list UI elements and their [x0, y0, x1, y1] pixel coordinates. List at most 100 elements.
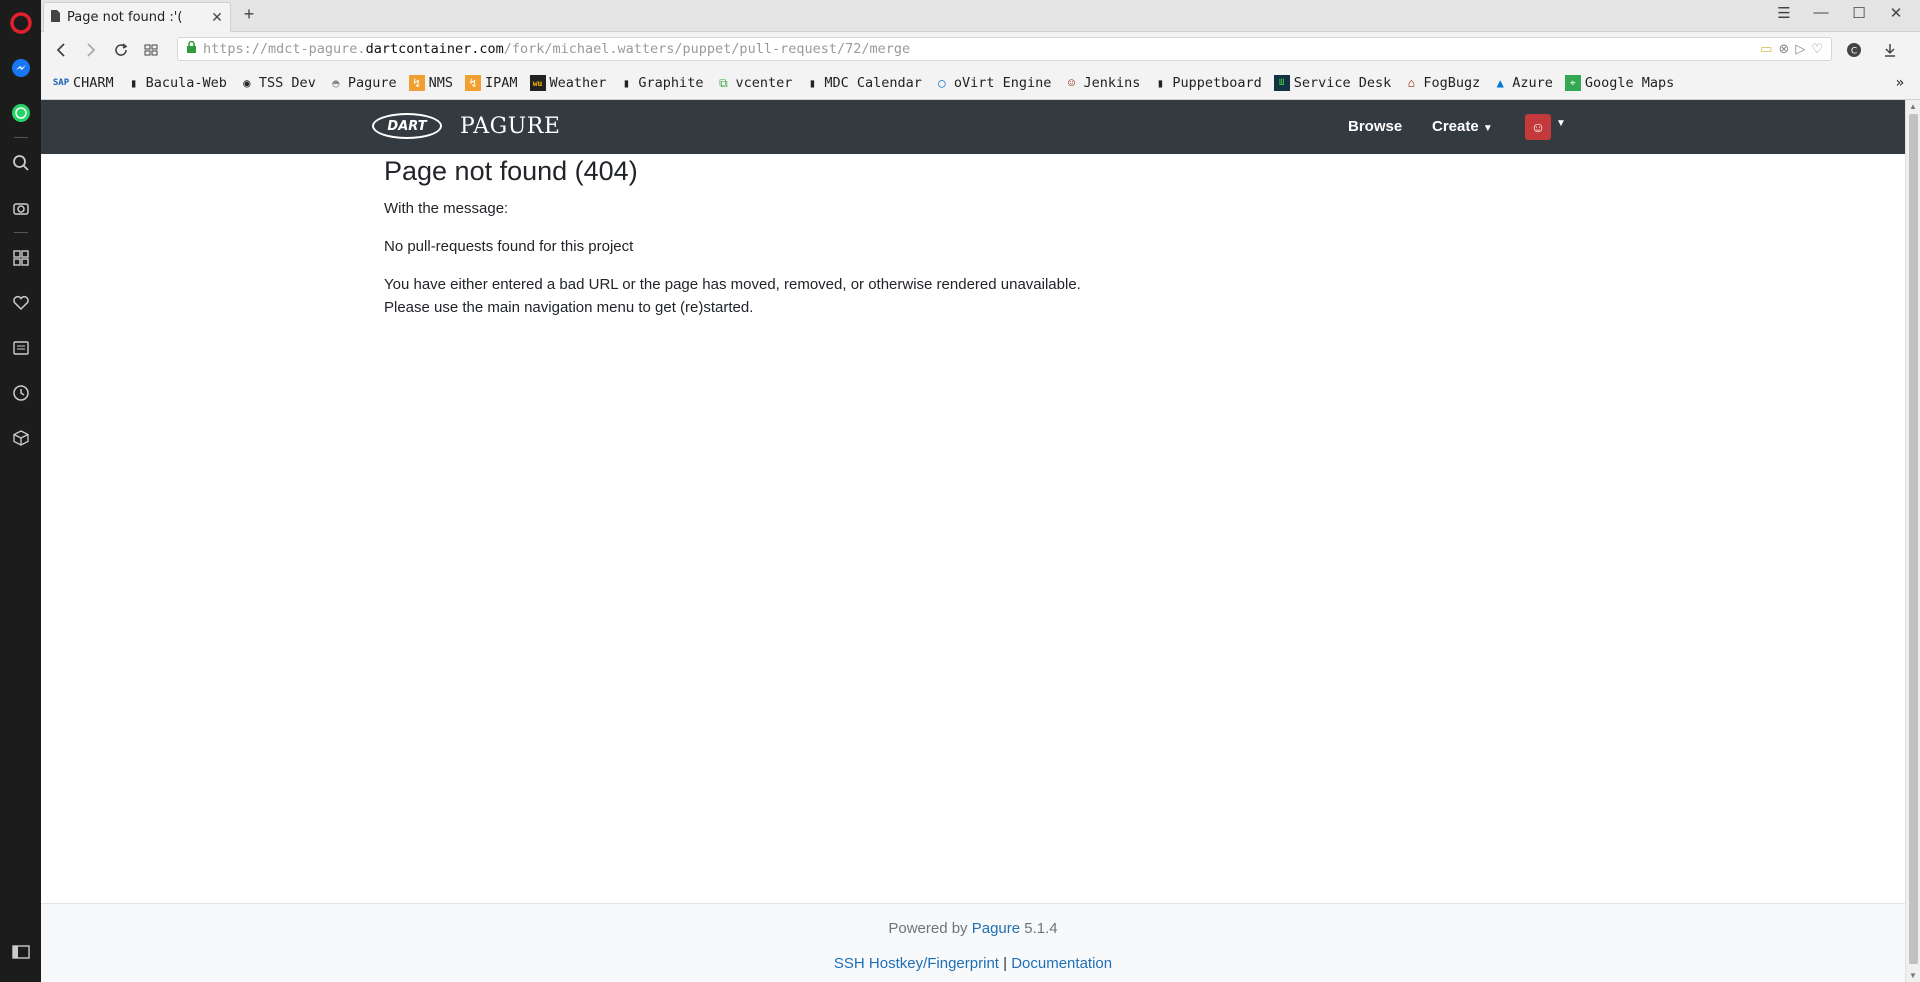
tab-title: Page not found :'( — [67, 10, 183, 25]
main-content: Page not found (404) With the message: N… — [384, 156, 1584, 334]
heart-icon[interactable] — [0, 280, 41, 325]
sidebar-toggle-icon[interactable] — [0, 929, 41, 974]
messenger-icon[interactable] — [0, 45, 41, 90]
fogbugz-icon: ⌂ — [1407, 76, 1415, 90]
documentation-link[interactable]: Documentation — [1011, 955, 1112, 972]
adblock-icon[interactable]: ⊗ — [1778, 42, 1789, 57]
brand-link[interactable]: DART PAGURE — [372, 113, 560, 139]
bookmark-azure[interactable]: ▲ Azure — [1492, 75, 1553, 91]
history-icon[interactable] — [0, 370, 41, 415]
bookmark-charm[interactable]: SAP CHARM — [53, 75, 114, 91]
create-dropdown[interactable]: Create ▼ — [1432, 118, 1493, 135]
scroll-down-icon[interactable]: ▼ — [1909, 971, 1917, 980]
send-icon[interactable]: ▷ — [1795, 42, 1805, 57]
tiles-icon[interactable] — [136, 35, 166, 65]
opera-logo-icon[interactable] — [0, 0, 41, 45]
url-path: /fork/michael.watters/puppet/pull-reques… — [503, 41, 911, 57]
pagure-link[interactable]: Pagure — [972, 920, 1020, 937]
nms-icon: ↯ — [408, 75, 425, 91]
bookmark-puppetboard[interactable]: ▮ Puppetboard — [1152, 75, 1262, 91]
bookmark-bacula-web[interactable]: ▮ Bacula-Web — [126, 75, 227, 91]
bookmark-jenkins[interactable]: ☺ Jenkins — [1063, 75, 1141, 91]
scroll-up-icon[interactable]: ▲ — [1909, 102, 1917, 111]
bookmark-mdc-calendar[interactable]: ▮ MDC Calendar — [804, 75, 922, 91]
tab-menu-icon[interactable]: ☰ — [1769, 4, 1799, 22]
bookmark-nms[interactable]: ↯ NMS — [408, 75, 453, 91]
sidebar-divider — [13, 137, 28, 138]
url-bar[interactable]: https://mdct-pagure. dartcontainer.com/fo… — [177, 37, 1832, 61]
snapshot-icon[interactable]: ▭ — [1760, 42, 1772, 57]
ipam-icon: ↯ — [465, 75, 481, 91]
ssh-hostkey-link[interactable]: SSH Hostkey/Fingerprint — [834, 955, 999, 972]
bookmark-service-desk[interactable]: Ш Service Desk — [1273, 75, 1391, 91]
address-row: https://mdct-pagure. dartcontainer.com/fo… — [41, 33, 1920, 67]
version-text: 5.1.4 — [1024, 920, 1058, 937]
browser-sidebar — [0, 0, 41, 982]
search-icon[interactable] — [0, 140, 41, 185]
lock-icon — [186, 40, 197, 58]
reload-icon[interactable] — [106, 35, 136, 65]
bookmark-fogbugz[interactable]: ⌂ FogBugz — [1403, 75, 1481, 91]
bookmark-graphite[interactable]: ▮ Graphite — [618, 75, 704, 91]
bookmark-heart-icon[interactable]: ♡ — [1811, 42, 1823, 57]
weather-icon: wu — [529, 75, 546, 91]
tab-bar: Page not found :'( ✕ + ☰ — ☐ ✕ — [41, 0, 1920, 32]
avatar[interactable]: ☺ — [1525, 114, 1551, 140]
minimize-icon[interactable]: — — [1806, 4, 1836, 21]
bookmark-pagure[interactable]: ◓ Pagure — [328, 75, 396, 91]
vcenter-icon: ⧉ — [719, 75, 728, 90]
forward-icon[interactable] — [76, 35, 106, 65]
pagure-brand: PAGURE — [460, 113, 561, 139]
browser-chrome: Page not found :'( ✕ + ☰ — ☐ ✕ https://m… — [41, 0, 1920, 100]
bookmark-weather[interactable]: wu Weather — [529, 75, 606, 91]
browse-link[interactable]: Browse — [1348, 118, 1402, 135]
extensions-icon[interactable] — [0, 415, 41, 460]
footer-separator: | — [1003, 955, 1008, 972]
error-message: No pull-requests found for this project — [384, 238, 634, 255]
bookmark-ovirt-engine[interactable]: ◯ oVirt Engine — [934, 75, 1051, 91]
page-viewport: DART PAGURE Browse Create ▼ ☺ ▼ Page not… — [41, 100, 1905, 982]
bookmark-tss-dev[interactable]: ◉ TSS Dev — [239, 75, 316, 91]
jenkins-icon: ☺ — [1067, 76, 1076, 90]
chevron-down-icon[interactable]: ▼ — [1556, 118, 1566, 129]
vpn-icon[interactable]: C — [1839, 35, 1869, 65]
vertical-scrollbar[interactable]: ▲ ▼ — [1905, 100, 1920, 982]
download-icon[interactable] — [1875, 35, 1905, 65]
bookmark-google-maps[interactable]: ⌖ Google Maps — [1564, 75, 1674, 91]
pagure-navbar: DART PAGURE Browse Create ▼ ☺ ▼ — [41, 100, 1905, 154]
create-label: Create — [1432, 118, 1479, 135]
maps-icon: ⌖ — [1564, 75, 1581, 91]
back-icon[interactable] — [46, 35, 76, 65]
svg-text:C: C — [1851, 47, 1857, 57]
explanation-line-2: Please use the main navigation menu to g… — [384, 299, 754, 316]
camera-icon[interactable] — [0, 185, 41, 230]
whatsapp-icon[interactable] — [0, 90, 41, 135]
sidebar-divider — [13, 232, 28, 233]
page-icon: ▮ — [130, 76, 138, 90]
bookmark-vcenter[interactable]: ⧉ vcenter — [715, 75, 792, 91]
tab-active[interactable]: Page not found :'( ✕ — [43, 2, 231, 32]
page-icon: ▮ — [1156, 76, 1164, 90]
explanation-line-1: You have either entered a bad URL or the… — [384, 276, 1081, 293]
page-icon: ▮ — [808, 76, 816, 90]
intro-text: With the message: — [384, 200, 509, 217]
explanation-text: You have either entered a bad URL or the… — [384, 273, 1584, 319]
sap-icon: SAP — [52, 78, 70, 88]
scrollbar-thumb[interactable] — [1909, 114, 1918, 964]
bookmarks-bar: SAP CHARM ▮ Bacula-Web ◉ TSS Dev ◓ Pagure ↯ N… — [41, 67, 1920, 100]
close-window-icon[interactable]: ✕ — [1881, 4, 1911, 22]
close-icon[interactable]: ✕ — [210, 10, 224, 26]
bookmarks-overflow-icon[interactable]: » — [1896, 75, 1904, 91]
ovirt-icon: ◯ — [938, 76, 946, 90]
speed-dial-icon[interactable] — [0, 235, 41, 280]
url-domain: dartcontainer.com — [365, 41, 504, 57]
dart-logo: DART — [372, 113, 442, 139]
chevron-down-icon: ▼ — [1482, 123, 1493, 134]
new-tab-icon[interactable]: + — [237, 4, 261, 25]
news-icon[interactable] — [0, 325, 41, 370]
servicedesk-icon: Ш — [1273, 75, 1290, 91]
bookmark-ipam[interactable]: ↯ IPAM — [465, 75, 518, 91]
footer: Powered by Pagure 5.1.4 SSH Hostkey/Fing… — [41, 903, 1905, 982]
pagure-icon: ◓ — [332, 76, 340, 90]
maximize-icon[interactable]: ☐ — [1844, 4, 1874, 22]
